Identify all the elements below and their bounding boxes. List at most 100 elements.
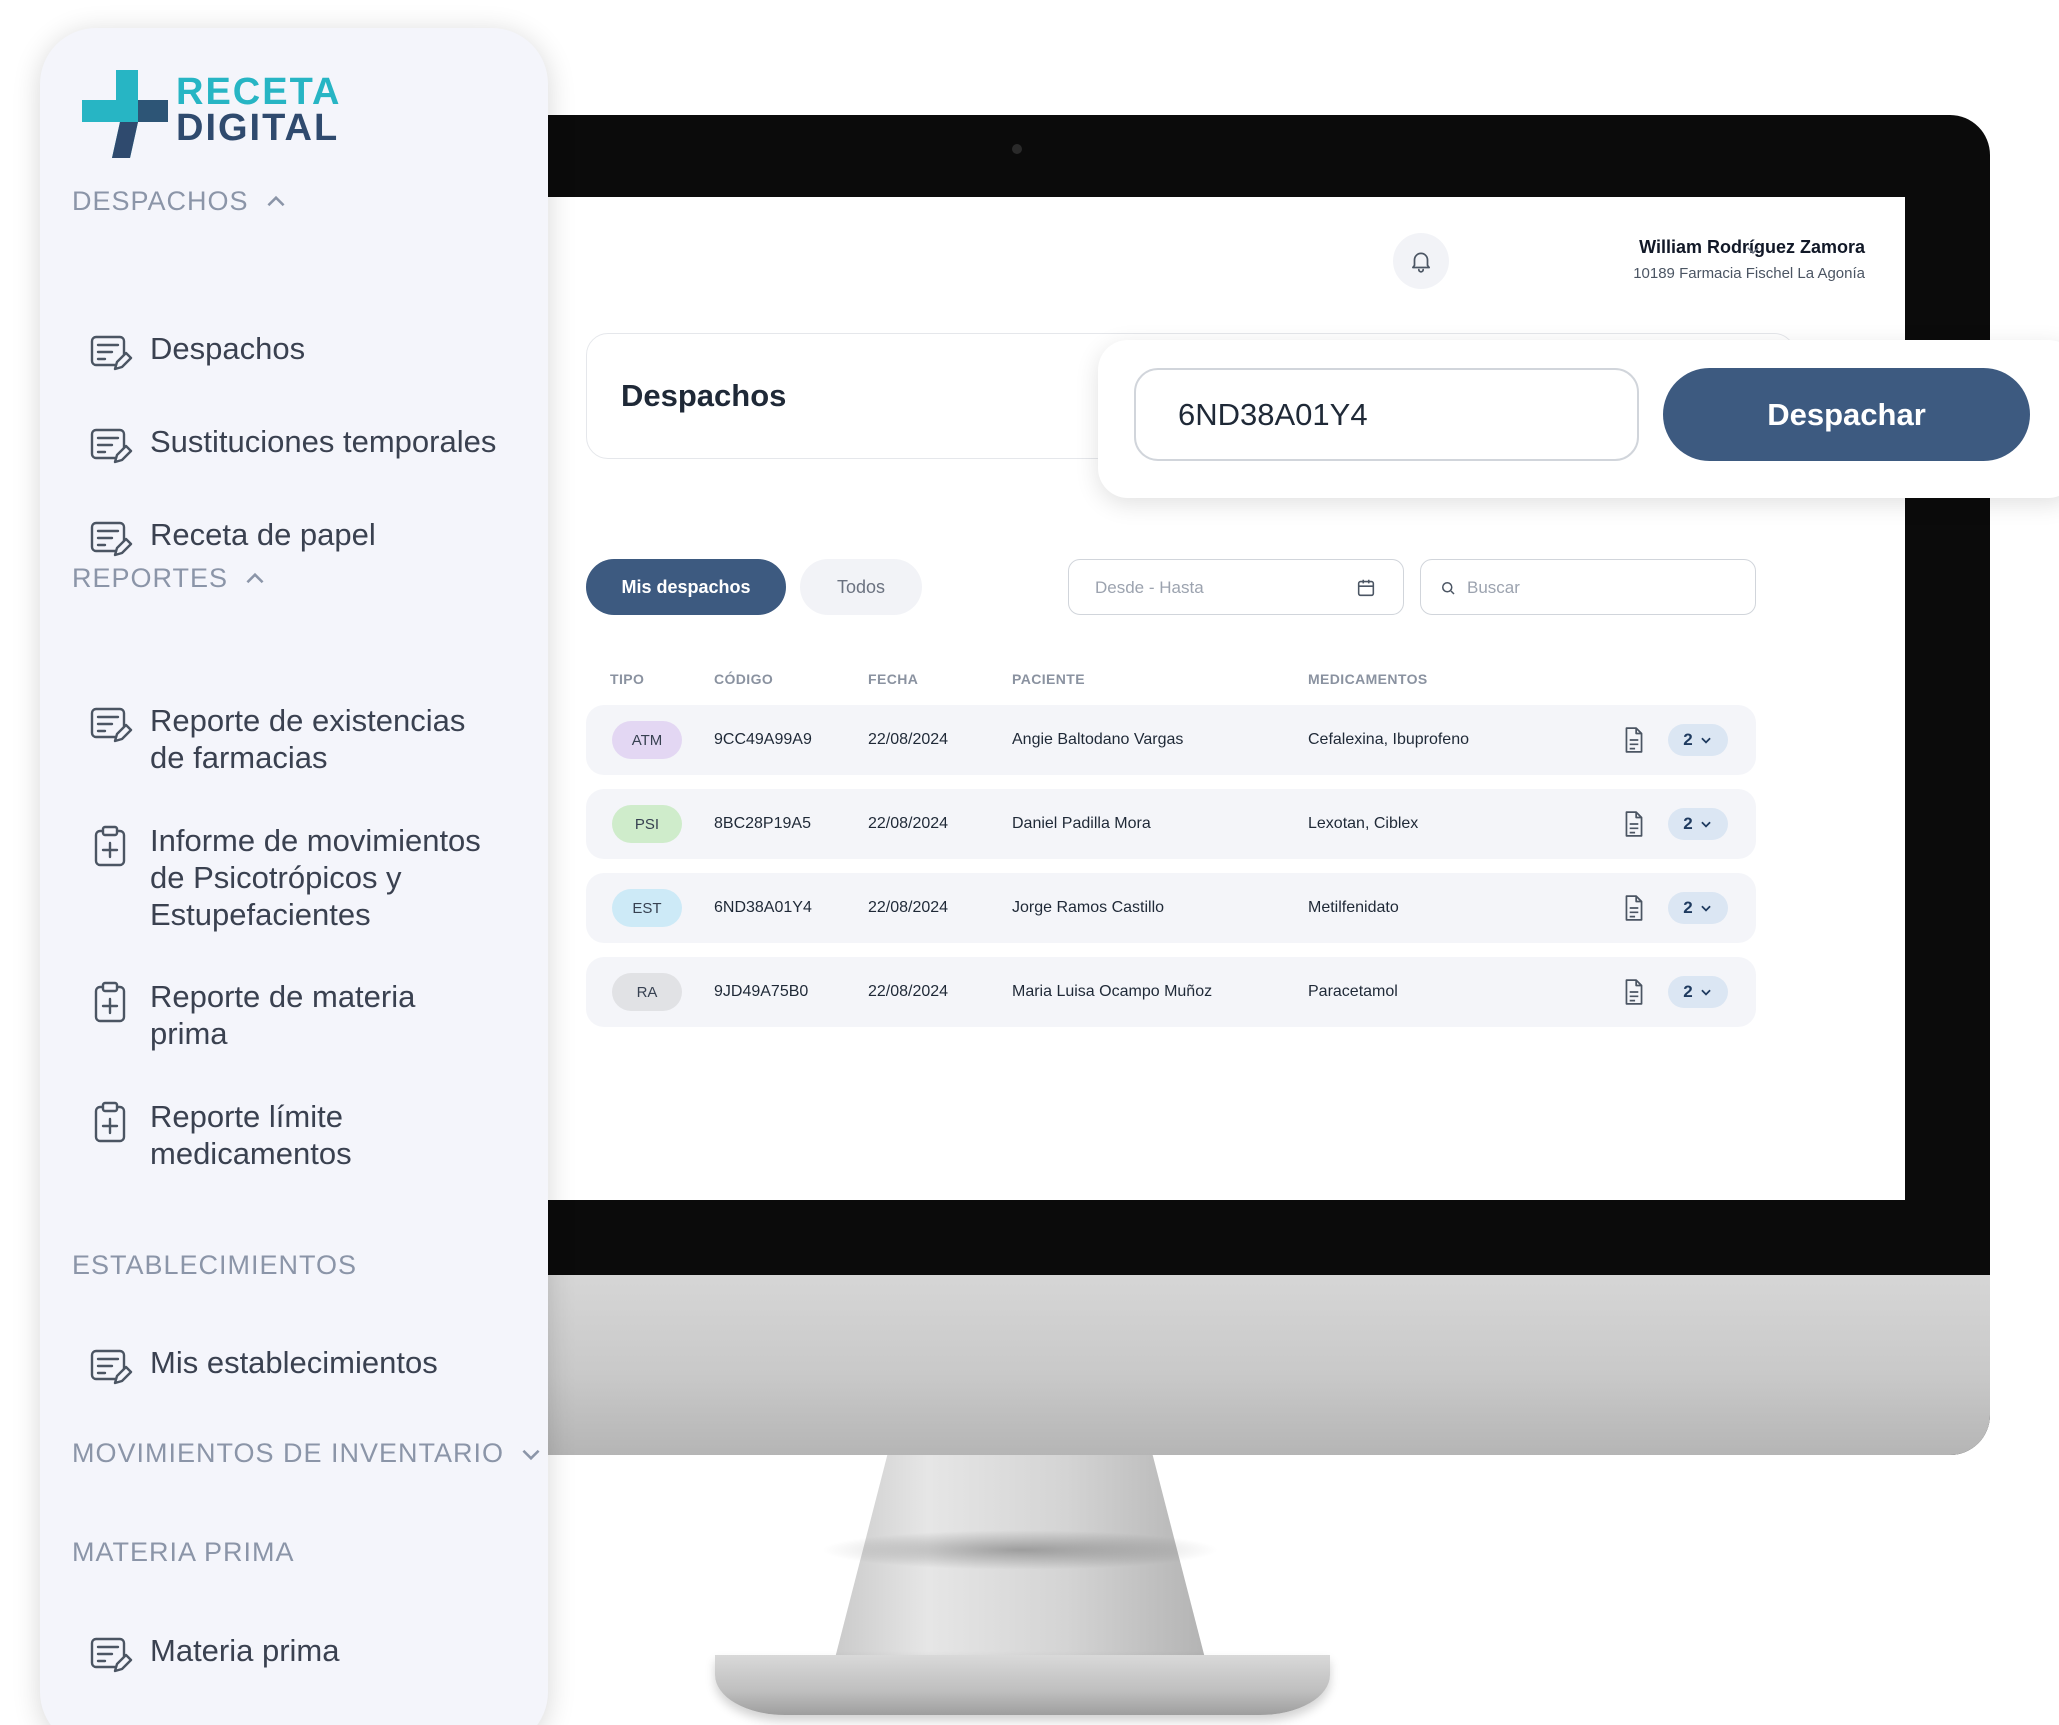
dispatch-card: Despachar (1098, 340, 2059, 498)
imac-chin (470, 1275, 1990, 1455)
cell-fecha: 22/08/2024 (868, 731, 949, 748)
section-title: MOVIMIENTOS DE INVENTARIO (72, 1438, 505, 1468)
clipboard-plus-icon (94, 825, 126, 867)
table-row[interactable]: RA 9JD49A75B0 22/08/2024 Maria Luisa Oca… (586, 957, 1756, 1027)
sidebar-item-label: Sustituciones temporales (150, 424, 497, 459)
cell-medicamentos: Cefalexina, Ibuprofeno (1308, 731, 1469, 748)
chevron-down-icon (1701, 821, 1711, 828)
prescription-edit-icon (90, 707, 133, 743)
stand-shadow (820, 1530, 1220, 1570)
cell-medicamentos: Paracetamol (1308, 983, 1398, 1000)
cell-fecha: 22/08/2024 (868, 899, 949, 916)
section-despachos[interactable]: DESPACHOS (72, 186, 289, 217)
chevron-down-icon[interactable] (1744, 241, 1762, 259)
sidebar: RECETA DIGITAL DESPACHOS Despachos Susti… (40, 28, 548, 1725)
tab-mis-despachos[interactable]: Mis despachos (586, 559, 786, 615)
prescription-edit-icon (90, 521, 133, 557)
clipboard-plus-icon (94, 981, 126, 1023)
section-reportes[interactable]: REPORTES (72, 563, 268, 594)
logo-line-digital: DIGITAL (176, 107, 340, 149)
sidebar-item-reporte-limite[interactable]: Reporte límite medicamentos (88, 1098, 450, 1172)
column-header-medicamentos: MEDICAMENTOS (1308, 671, 1428, 687)
search-icon (1442, 582, 1455, 595)
sidebar-item-informe-psicotropicos[interactable]: Informe de movimientos de Psicotrópicos … (88, 822, 520, 933)
section-materia-prima[interactable]: MATERIA PRIMA (72, 1537, 295, 1568)
despachar-button[interactable]: Despachar (1663, 368, 2030, 461)
cell-paciente: Angie Baltodano Vargas (1012, 731, 1184, 748)
clipboard-plus-icon (94, 1101, 126, 1143)
sidebar-item-sustituciones-temporales[interactable]: Sustituciones temporales (88, 423, 496, 470)
imac-stand-base (715, 1655, 1330, 1715)
prescription-edit-icon (90, 1637, 133, 1673)
sidebar-item-materia-prima[interactable]: Materia prima (88, 1632, 340, 1679)
medication-count: 2 (1683, 814, 1693, 833)
sidebar-item-label: Informe de movimientos de Psicotrópicos … (150, 823, 481, 932)
document-icon[interactable] (1621, 726, 1647, 754)
prescription-edit-icon (90, 335, 133, 371)
expand-medications-button[interactable]: 2 (1668, 808, 1728, 840)
sidebar-item-label: Despachos (150, 331, 306, 366)
section-title: REPORTES (72, 563, 229, 593)
column-header-fecha: FECHA (868, 671, 919, 687)
column-header-tipo: TIPO (610, 671, 645, 687)
chevron-down-icon (1701, 737, 1711, 744)
user-name[interactable]: William Rodríguez Zamora (1480, 237, 1865, 258)
page-title: Despachos (621, 378, 787, 413)
expand-medications-button[interactable]: 2 (1668, 892, 1728, 924)
sidebar-item-despachos[interactable]: Despachos (88, 330, 305, 377)
cell-medicamentos: Lexotan, Ciblex (1308, 815, 1419, 832)
prescription-edit-icon (90, 1349, 133, 1385)
chevron-up-icon (246, 572, 264, 583)
section-establecimientos[interactable]: ESTABLECIMIENTOS (72, 1250, 357, 1281)
section-movimientos-inventario[interactable]: MOVIMIENTOS DE INVENTARIO (72, 1438, 544, 1469)
imac-camera (1012, 144, 1022, 154)
user-organization: 10189 Farmacia Fischel La Agonía (1633, 265, 1865, 282)
cell-codigo: 8BC28P19A5 (714, 815, 811, 832)
cell-paciente: Jorge Ramos Castillo (1012, 899, 1165, 916)
tab-todos[interactable]: Todos (800, 559, 922, 615)
sidebar-item-label: Reporte de materia prima (150, 979, 416, 1051)
chevron-down-icon (1701, 905, 1711, 912)
type-badge: RA (612, 973, 682, 1011)
sidebar-item-label: Reporte límite medicamentos (150, 1099, 352, 1171)
cell-paciente: Maria Luisa Ocampo Muñoz (1012, 983, 1213, 1000)
calendar-icon[interactable] (1355, 577, 1377, 599)
search-placeholder: Buscar (1467, 578, 1520, 597)
table-row[interactable]: PSI 8BC28P19A5 22/08/2024 Daniel Padilla… (586, 789, 1756, 859)
cell-codigo: 6ND38A01Y4 (714, 899, 812, 916)
prescription-edit-icon (90, 428, 133, 464)
chevron-up-icon (267, 195, 285, 206)
expand-medications-button[interactable]: 2 (1668, 976, 1728, 1008)
expand-medications-button[interactable]: 2 (1668, 724, 1728, 756)
document-icon[interactable] (1621, 978, 1647, 1006)
sidebar-item-receta-de-papel[interactable]: Receta de papel (88, 516, 376, 563)
medication-count: 2 (1683, 982, 1693, 1001)
search-input[interactable]: Buscar (1420, 559, 1756, 615)
date-range-input[interactable]: Desde - Hasta (1068, 559, 1404, 615)
bell-icon (1412, 252, 1430, 273)
cell-codigo: 9JD49A75B0 (714, 983, 809, 1000)
cell-fecha: 22/08/2024 (868, 983, 949, 1000)
sidebar-item-label: Reporte de existencias de farmacias (150, 703, 466, 775)
sidebar-item-reporte-materia-prima[interactable]: Reporte de materia prima (88, 978, 480, 1052)
section-title: MATERIA PRIMA (72, 1537, 295, 1567)
sidebar-item-reporte-existencias[interactable]: Reporte de existencias de farmacias (88, 702, 490, 776)
cell-fecha: 22/08/2024 (868, 815, 949, 832)
section-title: DESPACHOS (72, 186, 249, 216)
cell-paciente: Daniel Padilla Mora (1012, 815, 1151, 832)
sidebar-item-label: Materia prima (150, 1633, 340, 1668)
logo-line-receta: RECETA (176, 71, 342, 113)
document-icon[interactable] (1621, 810, 1647, 838)
sidebar-item-mis-establecimientos[interactable]: Mis establecimientos (88, 1344, 438, 1391)
table-row[interactable]: EST 6ND38A01Y4 22/08/2024 Jorge Ramos Ca… (586, 873, 1756, 943)
cell-codigo: 9CC49A99A9 (714, 731, 812, 748)
prescription-code-input[interactable] (1134, 368, 1639, 461)
document-icon[interactable] (1621, 894, 1647, 922)
sidebar-item-label: Receta de papel (150, 517, 376, 552)
table-row[interactable]: ATM 9CC49A99A9 22/08/2024 Angie Baltodan… (586, 705, 1756, 775)
column-header-paciente: PACIENTE (1012, 671, 1085, 687)
section-title: ESTABLECIMIENTOS (72, 1250, 358, 1280)
sidebar-item-label: Mis establecimientos (150, 1345, 438, 1380)
type-badge: PSI (612, 805, 682, 843)
medication-count: 2 (1683, 898, 1693, 917)
